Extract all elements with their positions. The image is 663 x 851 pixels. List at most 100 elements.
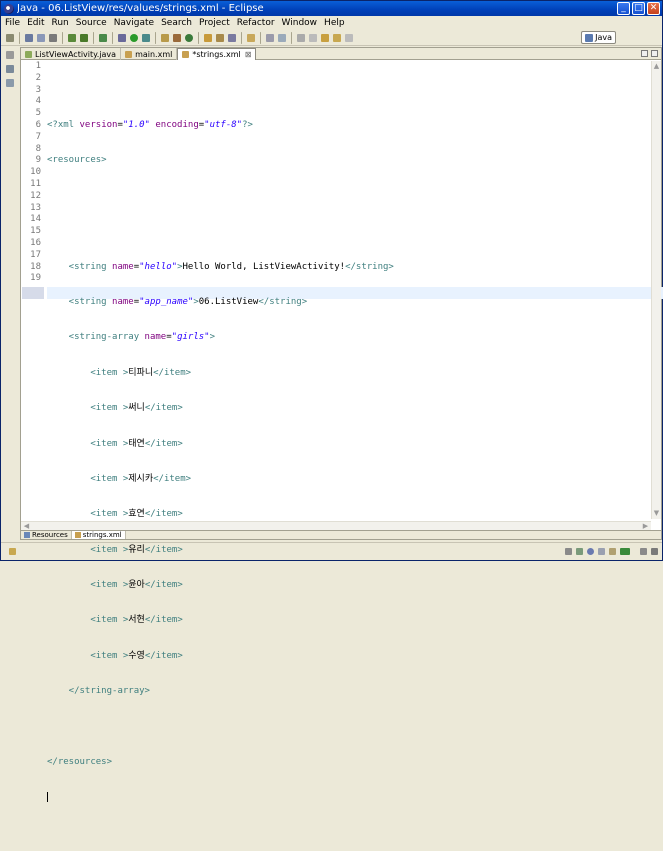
toggle-mark-icon[interactable]: [266, 33, 274, 42]
emulator-status-icon[interactable]: [620, 548, 630, 555]
line-number: 1: [35, 61, 41, 71]
menu-project[interactable]: Project: [199, 18, 230, 28]
fast-view-icon[interactable]: [9, 548, 16, 555]
check-icon[interactable]: [99, 33, 107, 42]
tab-strings-xml[interactable]: *strings.xml ⊠: [177, 48, 257, 60]
line-number: 11: [30, 179, 41, 189]
string-array-open-tag: <string-array: [47, 332, 145, 343]
java-perspective-button[interactable]: Java: [581, 31, 616, 44]
menu-file[interactable]: File: [5, 18, 20, 28]
string-value: 06.ListView: [198, 296, 259, 307]
next-annotation-icon[interactable]: [297, 33, 305, 42]
progress-status-icon[interactable]: [587, 548, 594, 555]
menu-window[interactable]: Window: [282, 18, 318, 28]
last-edit-icon[interactable]: [321, 33, 329, 42]
search-icon[interactable]: [228, 33, 236, 42]
maximize-button[interactable]: □: [632, 2, 645, 15]
item-close-tag: </item>: [144, 403, 183, 414]
previous-annotation-icon[interactable]: [309, 33, 317, 42]
scroll-up-icon[interactable]: ▲: [652, 62, 661, 71]
menu-navigate[interactable]: Navigate: [114, 18, 154, 28]
minimize-editor-icon[interactable]: [641, 50, 648, 57]
save-all-icon[interactable]: [37, 33, 45, 42]
status-bar: [1, 542, 662, 560]
code-line-8: <item >티파니</item>: [47, 368, 659, 380]
tab-main-xml[interactable]: main.xml: [121, 48, 178, 60]
line-number: 9: [35, 155, 41, 166]
string-open-tag: <string: [47, 261, 113, 272]
update-status-icon[interactable]: [609, 548, 616, 555]
forward-icon[interactable]: [345, 33, 353, 42]
tab-listviewactivity-java[interactable]: ListViewActivity.java: [21, 48, 122, 60]
memory-status-icon[interactable]: [598, 548, 605, 555]
external-tools-icon[interactable]: [142, 33, 150, 42]
item-open-tag: <item >: [47, 650, 129, 661]
title-bar[interactable]: Java - 06.ListView/res/values/strings.xm…: [1, 1, 662, 16]
trim-icon[interactable]: [651, 548, 658, 555]
new-icon[interactable]: [6, 33, 14, 42]
item-value: 효연: [128, 509, 145, 520]
close-button[interactable]: ✕: [647, 2, 660, 15]
code-editor[interactable]: <?xml version="1.0" encoding="utf-8"?> <…: [47, 61, 663, 803]
restore-icon[interactable]: [6, 51, 14, 59]
open-type-icon[interactable]: [204, 33, 212, 42]
new-java-project-icon[interactable]: [161, 33, 169, 42]
attr-value: "utf-8": [204, 119, 243, 130]
eclipse-app-icon[interactable]: [4, 3, 14, 14]
run-icon[interactable]: [130, 33, 138, 42]
tab-resources[interactable]: Resources: [21, 531, 72, 539]
tab-strings-xml-source[interactable]: strings.xml: [71, 531, 126, 539]
device-status-icon[interactable]: [576, 548, 583, 555]
menu-run[interactable]: Run: [52, 18, 69, 28]
item-open-tag: <item >: [47, 580, 129, 591]
resources-icon: [24, 532, 30, 538]
item-close-tag: </item>: [144, 580, 183, 591]
new-class-icon[interactable]: [185, 33, 193, 42]
menu-source[interactable]: Source: [76, 18, 107, 28]
attr-value: "hello": [139, 261, 178, 272]
print-icon[interactable]: [49, 33, 57, 42]
tab-label: main.xml: [135, 49, 173, 59]
maximize-editor-icon[interactable]: [651, 50, 658, 57]
code-line-2: <resources>: [47, 155, 659, 167]
close-tab-icon[interactable]: ⊠: [245, 50, 252, 59]
android-sdk-icon[interactable]: [68, 33, 76, 42]
item-open-tag: <item >: [47, 367, 129, 378]
hierarchy-icon[interactable]: [6, 79, 14, 87]
editor-view-controls: [638, 48, 661, 59]
item-open-tag: <item >: [47, 615, 129, 626]
line-number: 8: [35, 143, 41, 154]
line-number: 5: [35, 108, 41, 119]
attr-name: name: [112, 261, 134, 272]
open-folder-icon[interactable]: [216, 33, 224, 42]
scroll-down-icon[interactable]: ▼: [652, 509, 661, 518]
menu-search[interactable]: Search: [161, 18, 192, 28]
main-toolbar: Java: [1, 30, 662, 46]
menu-help[interactable]: Help: [324, 18, 345, 28]
code-line-16: <item >수영</item>: [47, 651, 659, 663]
vertical-scrollbar[interactable]: ▲ ▼: [651, 61, 661, 519]
restore-trim-icon[interactable]: [640, 548, 647, 555]
attr-value: "app_name": [139, 296, 194, 307]
toolbar-separator: [19, 31, 20, 44]
android-avd-icon[interactable]: [80, 33, 88, 42]
toolbar-separator: [155, 31, 156, 44]
package-explorer-icon[interactable]: [6, 65, 14, 73]
new-package-icon[interactable]: [173, 33, 181, 42]
annotation-icon[interactable]: [247, 33, 255, 42]
item-value: 수영: [128, 650, 145, 661]
menu-refactor[interactable]: Refactor: [237, 18, 275, 28]
minimize-button[interactable]: _: [617, 2, 630, 15]
string-value: Hello World, ListViewActivity!: [182, 261, 346, 272]
menu-edit[interactable]: Edit: [27, 18, 44, 28]
save-icon[interactable]: [25, 33, 33, 42]
android-status-icon[interactable]: [565, 548, 572, 555]
item-value: 써니: [128, 403, 145, 414]
back-icon[interactable]: [333, 33, 341, 42]
show-whitespace-icon[interactable]: [278, 33, 286, 42]
toolbar-separator: [93, 31, 94, 44]
tab-label: *strings.xml: [192, 50, 241, 59]
attr-name: name: [144, 332, 167, 343]
code-line-10: <item >태연</item>: [47, 439, 659, 451]
debug-icon[interactable]: [118, 33, 126, 42]
